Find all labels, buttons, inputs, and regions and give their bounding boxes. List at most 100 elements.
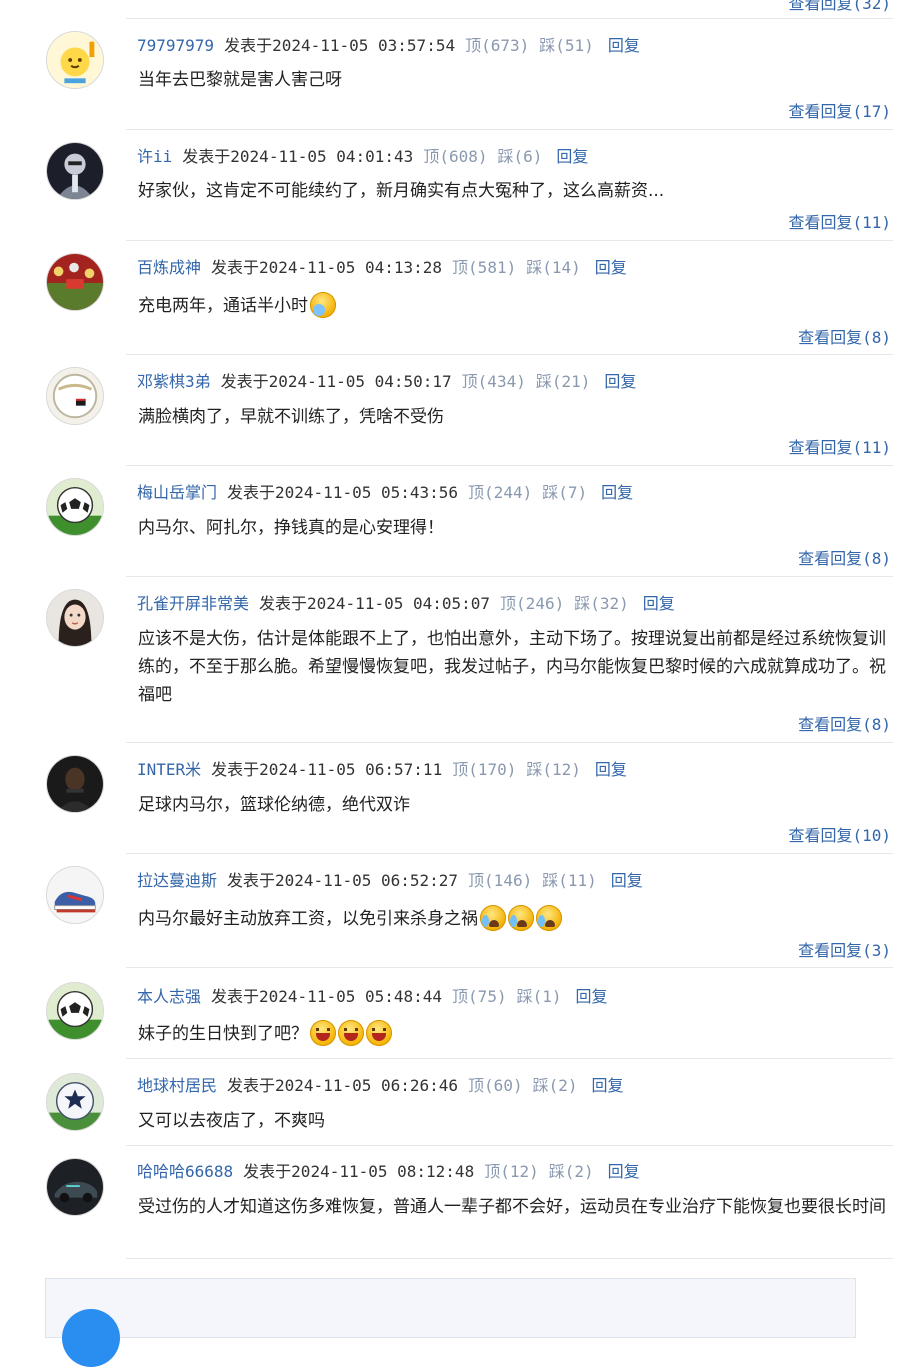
username-link[interactable]: 哈哈哈66688 bbox=[137, 1162, 233, 1181]
upvote-button[interactable]: 顶(608) bbox=[423, 147, 487, 166]
view-replies-link[interactable]: 查看回复(8) bbox=[798, 714, 891, 736]
comment-item: 百炼成神 发表于2024-11-05 04:13:28 顶(581) 踩(14) 回复 … bbox=[0, 241, 913, 355]
post-time: 发表于2024-11-05 06:57:11 bbox=[211, 760, 443, 779]
comment-text: 应该不是大伤，估计是体能跟不上了，也怕出意外，主动下场了。按理说复出前都是经过系… bbox=[138, 629, 886, 705]
previous-comment-tail: 查看回复(32) bbox=[0, 0, 913, 19]
upvote-button[interactable]: 顶(75) bbox=[452, 987, 507, 1006]
downvote-button[interactable]: 踩(51) bbox=[539, 36, 594, 55]
downvote-button[interactable]: 踩(21) bbox=[536, 372, 591, 391]
white-football-avatar-icon[interactable] bbox=[46, 367, 104, 425]
post-time: 发表于2024-11-05 03:57:54 bbox=[224, 36, 456, 55]
view-replies-link[interactable]: 查看回复(8) bbox=[798, 548, 891, 570]
username-link[interactable]: 孔雀开屏非常美 bbox=[137, 594, 249, 613]
comment-meta: 哈哈哈66688 发表于2024-11-05 08:12:48 顶(12) 踩(2) 回… bbox=[137, 1161, 640, 1183]
car-dark-avatar-icon[interactable] bbox=[46, 1158, 104, 1216]
post-time: 发表于2024-11-05 04:01:43 bbox=[182, 147, 414, 166]
comment-editor-panel[interactable] bbox=[45, 1278, 856, 1367]
view-replies-link[interactable]: 查看回复(10) bbox=[788, 825, 891, 847]
champions-ball-avatar-icon[interactable] bbox=[46, 1073, 104, 1131]
upvote-button[interactable]: 顶(246) bbox=[500, 594, 564, 613]
view-replies-link[interactable]: 查看回复(11) bbox=[788, 437, 891, 459]
view-replies-link[interactable]: 查看回复(8) bbox=[798, 327, 891, 349]
downvote-button[interactable]: 踩(11) bbox=[542, 871, 597, 890]
downvote-button[interactable]: 踩(2) bbox=[549, 1162, 594, 1181]
comment-item: 79797979 发表于2024-11-05 03:57:54 顶(673) 踩(51… bbox=[0, 19, 913, 130]
cartoon-face-avatar-icon[interactable] bbox=[46, 31, 104, 89]
view-replies-link[interactable]: 查看回复(32) bbox=[788, 0, 891, 14]
crying-emoji-icon bbox=[480, 905, 506, 931]
reply-button[interactable]: 回复 bbox=[604, 372, 636, 391]
soccer-ball-grass-avatar-icon[interactable] bbox=[46, 982, 104, 1040]
upvote-button[interactable]: 顶(60) bbox=[468, 1076, 523, 1095]
downvote-button[interactable]: 踩(12) bbox=[526, 760, 581, 779]
post-time: 发表于2024-11-05 06:52:27 bbox=[227, 871, 459, 890]
reply-button[interactable]: 回复 bbox=[643, 594, 675, 613]
masked-figure-avatar-icon[interactable] bbox=[46, 142, 104, 200]
post-time: 发表于2024-11-05 04:13:28 bbox=[211, 258, 443, 277]
upvote-button[interactable]: 顶(673) bbox=[465, 36, 529, 55]
comment-item: 本人志强 发表于2024-11-05 05:48:44 顶(75) 踩(1) 回复 妹子… bbox=[0, 968, 913, 1059]
view-replies-link[interactable]: 查看回复(3) bbox=[798, 940, 891, 962]
username-link[interactable]: 许ii bbox=[137, 147, 172, 166]
upvote-button[interactable]: 顶(146) bbox=[468, 871, 532, 890]
upvote-button[interactable]: 顶(170) bbox=[452, 760, 516, 779]
comment-meta: 邓紫棋3弟 发表于2024-11-05 04:50:17 顶(434) 踩(21) 回复 bbox=[137, 371, 636, 393]
dark-portrait-avatar-icon[interactable] bbox=[46, 755, 104, 813]
comment-item: 地球村居民 发表于2024-11-05 06:26:46 顶(60) 踩(2) 回复 又… bbox=[0, 1059, 913, 1146]
upvote-button[interactable]: 顶(244) bbox=[468, 483, 532, 502]
username-link[interactable]: 本人志强 bbox=[137, 987, 201, 1006]
reply-button[interactable]: 回复 bbox=[601, 483, 633, 502]
comment-meta: 本人志强 发表于2024-11-05 05:48:44 顶(75) 踩(1) 回复 bbox=[137, 986, 608, 1008]
post-time: 发表于2024-11-05 04:50:17 bbox=[220, 372, 452, 391]
woman-portrait-avatar-icon[interactable] bbox=[46, 589, 104, 647]
downvote-button[interactable]: 踩(2) bbox=[533, 1076, 578, 1095]
downvote-button[interactable]: 踩(1) bbox=[517, 987, 562, 1006]
comment-text-row: 妹子的生日快到了吧？ bbox=[138, 1020, 894, 1048]
username-link[interactable]: 地球村居民 bbox=[137, 1076, 217, 1095]
reply-button[interactable]: 回复 bbox=[576, 987, 608, 1006]
reply-button[interactable]: 回复 bbox=[611, 871, 643, 890]
reply-button[interactable]: 回复 bbox=[608, 36, 640, 55]
comment-meta: 地球村居民 发表于2024-11-05 06:26:46 顶(60) 踩(2) 回复 bbox=[137, 1075, 624, 1097]
username-link[interactable]: 拉达蔓迪斯 bbox=[137, 871, 217, 890]
downvote-button[interactable]: 踩(6) bbox=[497, 147, 542, 166]
username-link[interactable]: 邓紫棋3弟 bbox=[137, 372, 211, 391]
comment-item: 梅山岳掌门 发表于2024-11-05 05:43:56 顶(244) 踩(7) 回复 … bbox=[0, 466, 913, 577]
view-replies-link[interactable]: 查看回复(11) bbox=[788, 212, 891, 234]
comment-item: 哈哈哈66688 发表于2024-11-05 08:12:48 顶(12) 踩(2) 回… bbox=[0, 1146, 913, 1259]
post-time: 发表于2024-11-05 06:26:46 bbox=[227, 1076, 459, 1095]
reply-button[interactable]: 回复 bbox=[556, 147, 588, 166]
comment-text: 足球内马尔，篮球伦纳德，绝代双诈 bbox=[138, 795, 410, 815]
downvote-button[interactable]: 踩(7) bbox=[542, 483, 587, 502]
comment-meta: INTER米 发表于2024-11-05 06:57:11 顶(170) 踩(12) 回… bbox=[137, 759, 627, 781]
username-link[interactable]: 梅山岳掌门 bbox=[137, 483, 217, 502]
laughing-emoji-icon bbox=[310, 1020, 336, 1046]
comment-text: 满脸横肉了，早就不训练了，凭啥不受伤 bbox=[138, 407, 444, 427]
laughing-emoji-icon bbox=[366, 1020, 392, 1046]
upvote-button[interactable]: 顶(581) bbox=[452, 258, 516, 277]
stadium-crowd-avatar-icon[interactable] bbox=[46, 253, 104, 311]
comment-item: 拉达蔓迪斯 发表于2024-11-05 06:52:27 顶(146) 踩(11) 回复… bbox=[0, 854, 913, 968]
username-link[interactable]: INTER米 bbox=[137, 760, 201, 779]
username-link[interactable]: 百炼成神 bbox=[137, 258, 201, 277]
crying-emoji-icon bbox=[508, 905, 534, 931]
post-time: 发表于2024-11-05 05:48:44 bbox=[211, 987, 443, 1006]
sneaker-avatar-icon[interactable] bbox=[46, 866, 104, 924]
comment-text-row: 内马尔最好主动放弃工资，以免引来杀身之祸 bbox=[138, 905, 894, 933]
username-link[interactable]: 79797979 bbox=[137, 36, 214, 55]
comment-item: 孔雀开屏非常美 发表于2024-11-05 04:05:07 顶(246) 踩(32)… bbox=[0, 577, 913, 743]
comment-meta: 百炼成神 发表于2024-11-05 04:13:28 顶(581) 踩(14) 回复 bbox=[137, 257, 627, 279]
reply-button[interactable]: 回复 bbox=[608, 1162, 640, 1181]
comment-item: INTER米 发表于2024-11-05 06:57:11 顶(170) 踩(12) 回… bbox=[0, 743, 913, 854]
view-replies-link[interactable]: 查看回复(17) bbox=[788, 101, 891, 123]
comment-meta: 梅山岳掌门 发表于2024-11-05 05:43:56 顶(244) 踩(7) 回复 bbox=[137, 482, 633, 504]
reply-button[interactable]: 回复 bbox=[595, 258, 627, 277]
downvote-button[interactable]: 踩(32) bbox=[574, 594, 629, 613]
reply-button[interactable]: 回复 bbox=[592, 1076, 624, 1095]
upvote-button[interactable]: 顶(12) bbox=[484, 1162, 539, 1181]
upvote-button[interactable]: 顶(434) bbox=[462, 372, 526, 391]
reply-button[interactable]: 回复 bbox=[595, 760, 627, 779]
comment-text: 妹子的生日快到了吧？ bbox=[138, 1024, 308, 1044]
downvote-button[interactable]: 踩(14) bbox=[526, 258, 581, 277]
soccer-ball-grass-avatar-icon[interactable] bbox=[46, 478, 104, 536]
